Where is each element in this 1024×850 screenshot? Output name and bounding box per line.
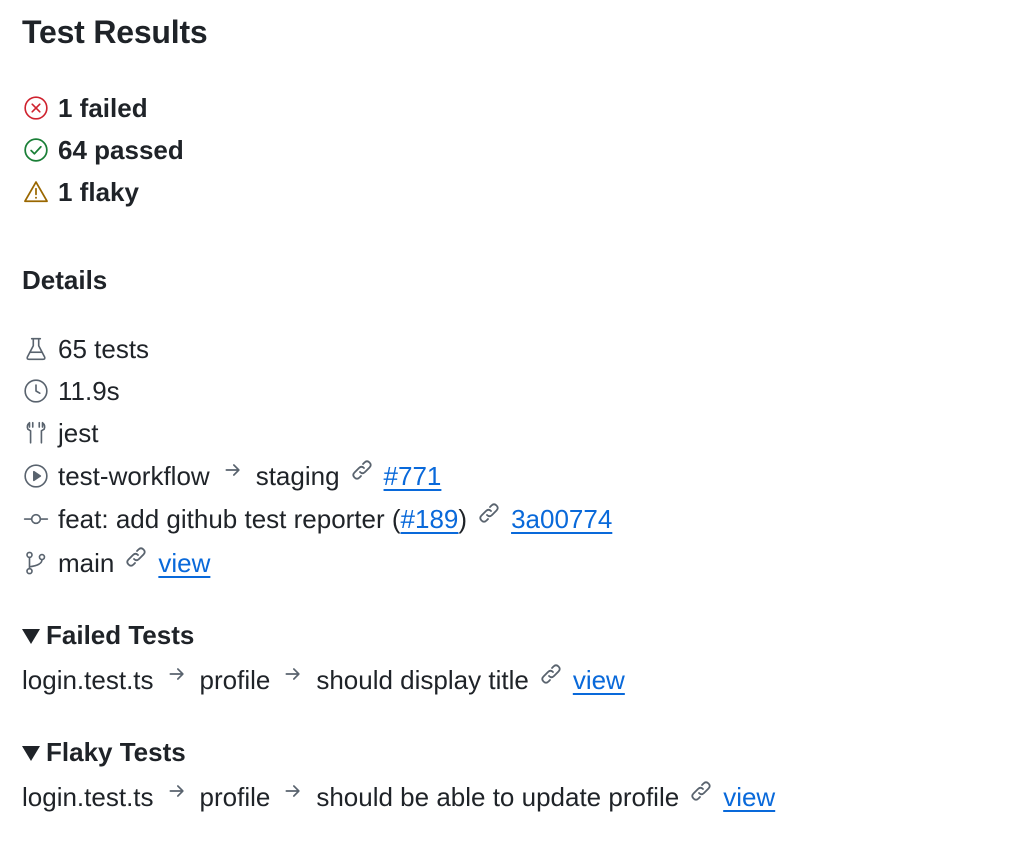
flaky-test-view-link[interactable]: view [723, 779, 775, 815]
link-icon [122, 543, 150, 571]
arrow-right-icon [222, 459, 244, 481]
workflow-run-link[interactable]: #771 [384, 458, 442, 494]
duration-row: 11.9s [22, 373, 120, 409]
tools-icon [22, 419, 50, 447]
flaky-tests-toggle[interactable]: Flaky Tests [22, 737, 186, 768]
beaker-icon [22, 335, 50, 363]
alert-triangle-icon [22, 178, 50, 206]
git-branch-icon [22, 549, 50, 577]
branch-view-link[interactable]: view [158, 545, 210, 581]
branch-row: main view [22, 545, 210, 581]
test-file: login.test.ts [22, 665, 154, 695]
passed-summary: 64 passed [22, 132, 184, 168]
duration: 11.9s [58, 376, 120, 406]
arrow-right-icon [282, 780, 304, 802]
test-name: should display title [316, 665, 529, 695]
commit-message-prefix: feat: add github test reporter ( [58, 504, 401, 534]
flaky-summary: 1 flaky [22, 174, 139, 210]
test-results-page: Test Results 1 failed 64 passed 1 flaky … [0, 0, 1024, 850]
git-commit-icon [22, 505, 50, 533]
tests-count: 65 tests [58, 334, 150, 364]
commit-message-suffix: ) [458, 504, 468, 534]
framework: jest [58, 418, 99, 448]
x-circle-icon [22, 94, 50, 122]
check-circle-icon [22, 136, 50, 164]
flaky-test-item: login.test.ts profile should be able to … [22, 779, 775, 815]
link-icon [475, 499, 503, 527]
tests-count-row: 65 tests [22, 331, 149, 367]
play-circle-icon [22, 462, 50, 490]
test-name: should be able to update profile [316, 782, 680, 812]
commit-sha-link[interactable]: 3a00774 [511, 501, 612, 537]
arrow-right-icon [282, 663, 304, 685]
failed-tests-toggle[interactable]: Failed Tests [22, 620, 194, 651]
flaky-tests-heading: Flaky Tests [46, 737, 186, 767]
arrow-right-icon [166, 663, 188, 685]
workflow-environment: staging [255, 461, 340, 491]
link-icon [537, 660, 565, 688]
workflow-row: test-workflow staging #771 [22, 458, 441, 494]
caret-down-icon [22, 746, 40, 761]
failed-summary: 1 failed [22, 90, 148, 126]
test-file: login.test.ts [22, 782, 154, 812]
test-suite: profile [199, 782, 271, 812]
failed-test-item: login.test.ts profile should display tit… [22, 662, 625, 698]
caret-down-icon [22, 629, 40, 644]
workflow-name: test-workflow [58, 461, 210, 491]
branch-name: main [58, 548, 115, 578]
page-title: Test Results [22, 14, 208, 50]
clock-icon [22, 377, 50, 405]
arrow-right-icon [166, 780, 188, 802]
commit-row: feat: add github test reporter (#189) 3a… [22, 501, 612, 537]
failed-tests-heading: Failed Tests [46, 620, 195, 650]
details-heading: Details [22, 265, 108, 295]
pr-link[interactable]: #189 [401, 501, 459, 537]
test-suite: profile [199, 665, 271, 695]
framework-row: jest [22, 415, 98, 451]
link-icon [348, 456, 376, 484]
flaky-count: 1 flaky [58, 177, 139, 207]
passed-count: 64 passed [58, 135, 184, 165]
failed-test-view-link[interactable]: view [573, 662, 625, 698]
link-icon [687, 777, 715, 805]
failed-count: 1 failed [58, 93, 148, 123]
